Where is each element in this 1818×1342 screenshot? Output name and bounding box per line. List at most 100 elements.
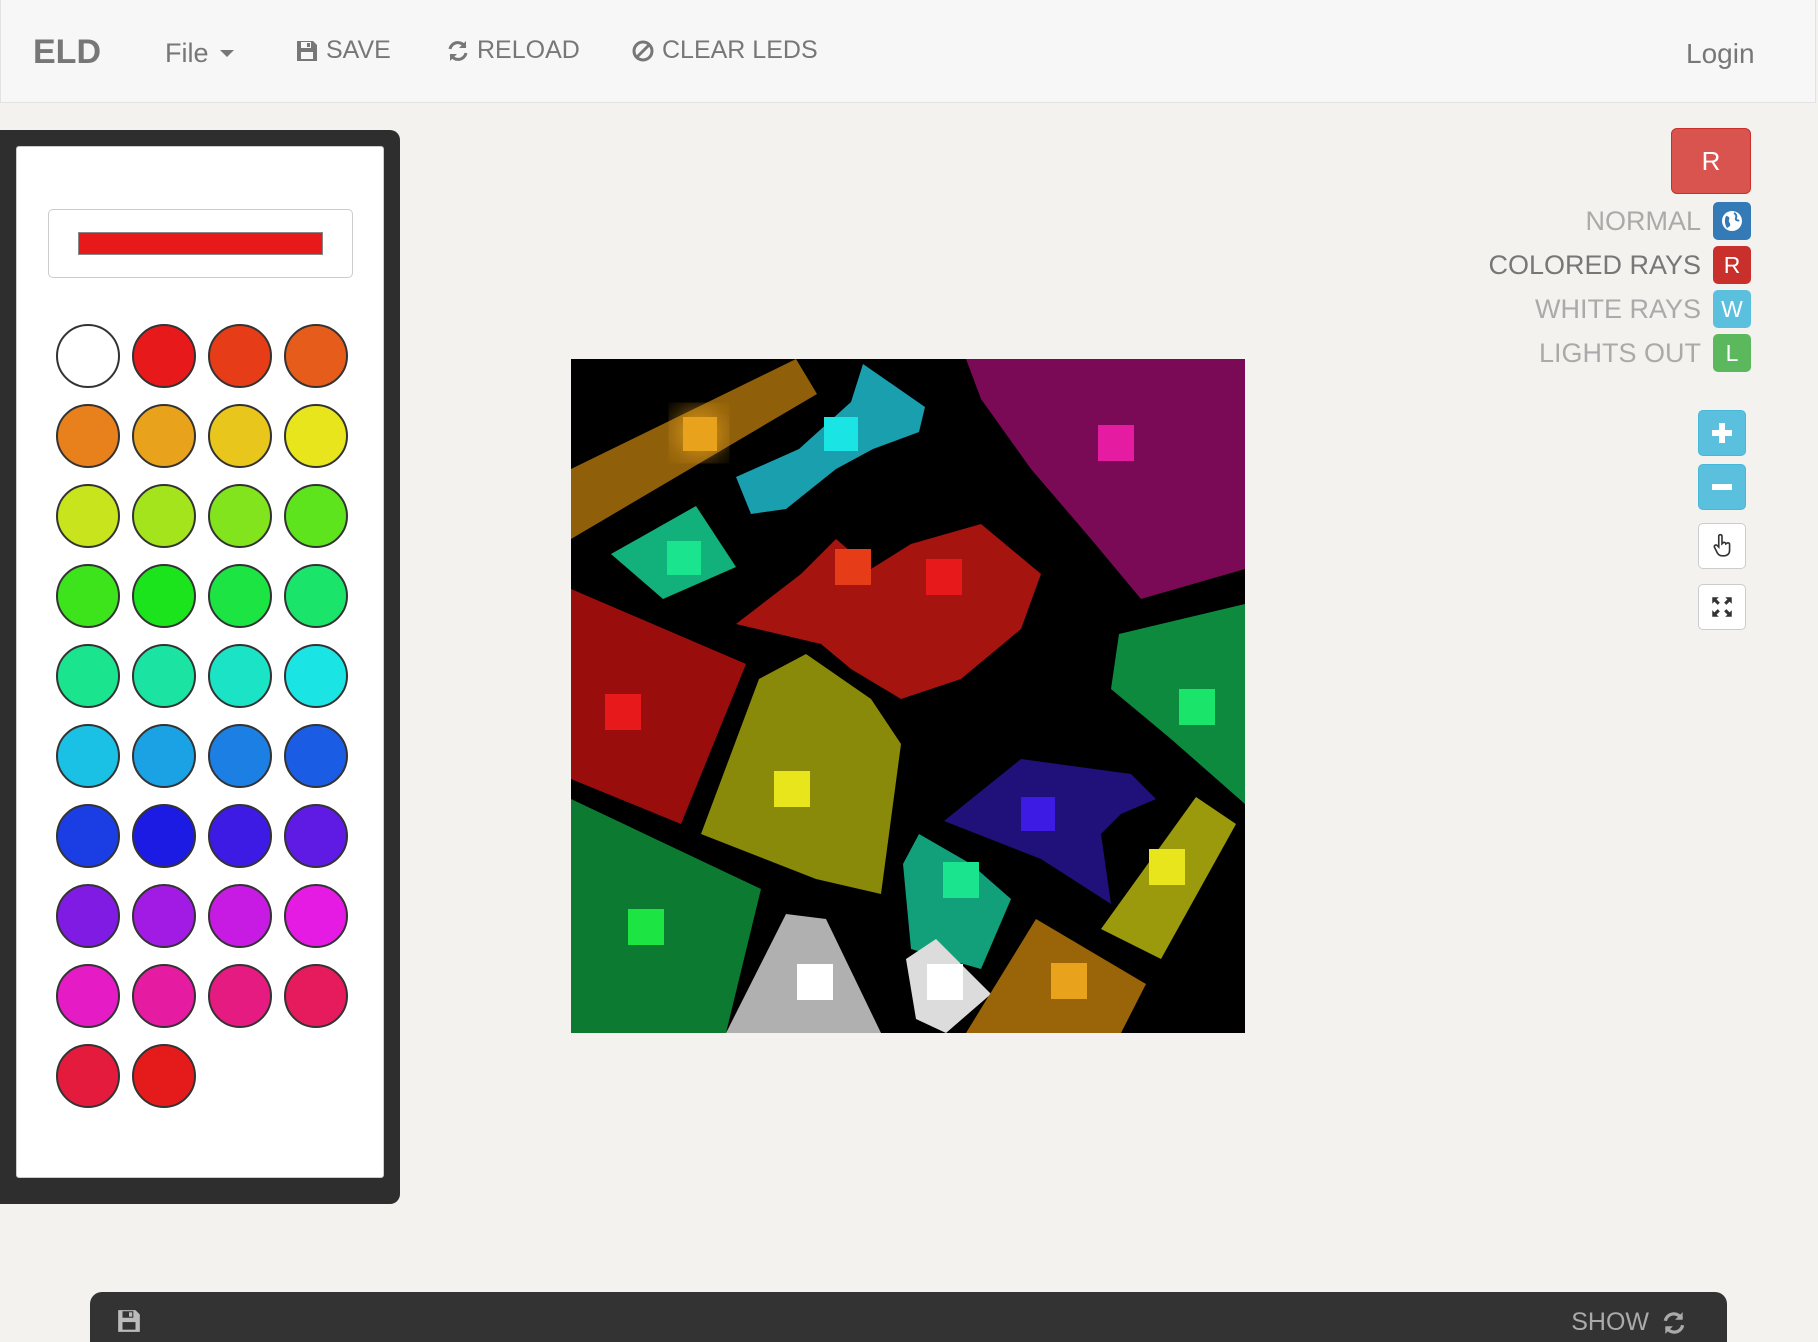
color-swatch-grid [56, 324, 356, 1108]
led-square[interactable] [926, 559, 962, 595]
led-square[interactable] [1149, 849, 1185, 885]
file-menu[interactable]: File [165, 38, 234, 69]
color-swatch[interactable] [284, 644, 348, 708]
led-square[interactable] [835, 549, 871, 585]
plus-icon [1712, 423, 1732, 443]
color-swatch[interactable] [208, 804, 272, 868]
zoom-out-button[interactable] [1698, 464, 1746, 510]
refresh-icon [1663, 1311, 1685, 1334]
color-swatch[interactable] [284, 324, 348, 388]
color-swatch[interactable] [208, 324, 272, 388]
mode-colored-rays-badge: R [1713, 246, 1751, 284]
color-swatch[interactable] [284, 724, 348, 788]
login-link[interactable]: Login [1686, 38, 1755, 70]
color-swatch[interactable] [284, 564, 348, 628]
color-swatch[interactable] [132, 484, 196, 548]
clear-leds-button[interactable]: CLEAR LEDS [631, 36, 818, 65]
color-swatch[interactable] [132, 724, 196, 788]
mode-white-rays[interactable]: WHITE RAYS W [1535, 290, 1751, 328]
expand-icon [1712, 597, 1732, 617]
refresh-icon [448, 40, 468, 61]
brand-logo[interactable]: ELD [33, 33, 101, 72]
zoom-in-button[interactable] [1698, 410, 1746, 456]
color-swatch[interactable] [284, 804, 348, 868]
color-swatch[interactable] [284, 484, 348, 548]
globe-icon [1713, 202, 1751, 240]
color-swatch[interactable] [132, 324, 196, 388]
color-swatch[interactable] [132, 964, 196, 1028]
fullscreen-button[interactable] [1698, 584, 1746, 630]
color-swatch[interactable] [208, 564, 272, 628]
led-square[interactable] [1179, 689, 1215, 725]
floppy-disk-icon [297, 40, 317, 61]
color-swatch[interactable] [208, 644, 272, 708]
led-square[interactable] [824, 417, 858, 451]
floppy-disk-icon [118, 1310, 140, 1332]
color-swatch[interactable] [132, 1044, 196, 1108]
color-swatch[interactable] [56, 324, 120, 388]
led-square[interactable] [667, 541, 701, 575]
green-zone-right[interactable] [1111, 604, 1245, 804]
yellow-zone-right[interactable] [1101, 797, 1236, 959]
led-square[interactable] [1051, 963, 1087, 999]
show-button[interactable]: SHOW [1571, 1308, 1687, 1337]
led-square[interactable] [927, 964, 963, 1000]
led-square[interactable] [797, 964, 833, 1000]
color-swatch[interactable] [132, 404, 196, 468]
color-swatch[interactable] [56, 884, 120, 948]
color-swatch[interactable] [132, 644, 196, 708]
color-swatch[interactable] [284, 404, 348, 468]
color-swatch[interactable] [56, 1044, 120, 1108]
led-square[interactable] [774, 771, 810, 807]
mode-normal-label: NORMAL [1585, 205, 1701, 236]
color-swatch[interactable] [56, 964, 120, 1028]
color-swatch[interactable] [208, 884, 272, 948]
reload-label: RELOAD [477, 36, 580, 64]
mode-colored-rays[interactable]: COLORED RAYS R [1488, 246, 1751, 284]
pan-tool-button[interactable] [1698, 523, 1746, 569]
bottom-save-button[interactable] [116, 1308, 142, 1339]
color-swatch[interactable] [132, 804, 196, 868]
reload-button[interactable]: RELOAD [446, 36, 580, 65]
mode-lights-out-badge: L [1713, 334, 1751, 372]
color-swatch[interactable] [208, 484, 272, 548]
led-square[interactable] [1098, 425, 1134, 461]
clear-leds-label: CLEAR LEDS [662, 36, 818, 64]
color-swatch[interactable] [56, 404, 120, 468]
color-swatch[interactable] [56, 804, 120, 868]
current-color-swatch [78, 232, 323, 255]
color-swatch[interactable] [208, 964, 272, 1028]
mode-normal[interactable]: NORMAL [1585, 202, 1751, 240]
led-square[interactable] [605, 694, 641, 730]
color-swatch[interactable] [284, 884, 348, 948]
color-swatch[interactable] [208, 724, 272, 788]
teal-zone-bottom[interactable] [903, 834, 1011, 969]
mode-lights-out-label: LIGHTS OUT [1538, 337, 1701, 368]
led-square[interactable] [683, 417, 717, 451]
caret-down-icon [219, 50, 234, 57]
mode-white-rays-label: WHITE RAYS [1534, 293, 1701, 324]
mode-colored-rays-label: COLORED RAYS [1488, 249, 1701, 280]
led-square[interactable] [1021, 797, 1055, 831]
mode-lights-out[interactable]: LIGHTS OUT L [1539, 334, 1751, 372]
current-mode-button[interactable]: R [1671, 128, 1751, 194]
file-menu-label: File [165, 38, 209, 68]
save-button[interactable]: SAVE [295, 36, 391, 65]
ban-icon [632, 40, 654, 61]
color-swatch[interactable] [132, 884, 196, 948]
color-swatch[interactable] [284, 964, 348, 1028]
teal-zone-left[interactable] [611, 506, 736, 599]
color-swatch[interactable] [132, 564, 196, 628]
palette-card [16, 146, 384, 1178]
led-map-canvas[interactable] [571, 359, 1245, 1033]
hand-pointer-icon [1713, 533, 1731, 557]
led-square[interactable] [943, 862, 979, 898]
current-color-display[interactable] [48, 209, 353, 278]
color-swatch[interactable] [208, 404, 272, 468]
color-swatch[interactable] [56, 564, 120, 628]
navbar: ELD File SAVE RELOAD CLEAR LEDS Login [0, 0, 1816, 103]
color-swatch[interactable] [56, 724, 120, 788]
color-swatch[interactable] [56, 484, 120, 548]
color-swatch[interactable] [56, 644, 120, 708]
led-square[interactable] [628, 909, 664, 945]
